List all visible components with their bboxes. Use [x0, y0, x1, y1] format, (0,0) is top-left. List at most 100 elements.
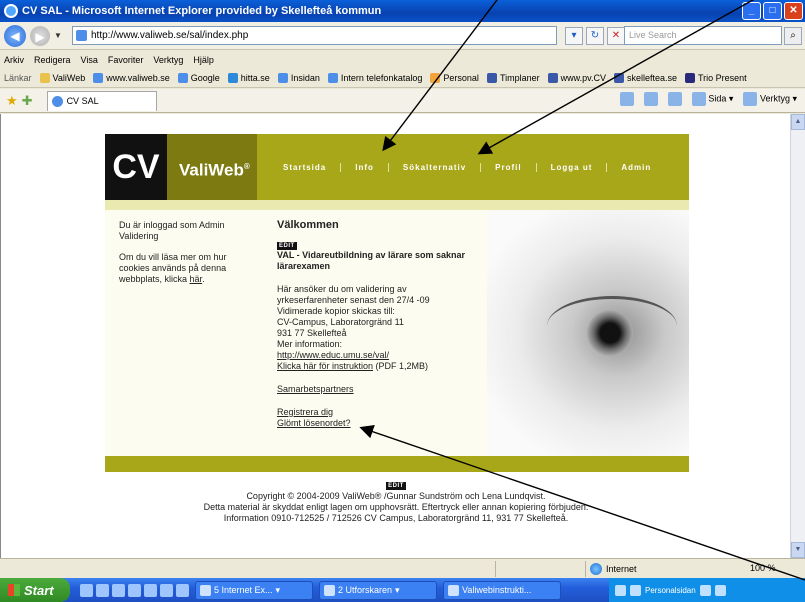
partners-link[interactable]: Samarbetspartners: [277, 384, 477, 395]
tab-title: CV SAL: [66, 96, 99, 106]
quick-launch-icon[interactable]: [80, 583, 93, 597]
quick-launch: [80, 583, 189, 597]
search-button[interactable]: ⌕: [784, 27, 802, 45]
footer-edit-badge[interactable]: EDIT: [386, 482, 406, 490]
link-pv-cv[interactable]: www.pv.CV: [547, 73, 606, 83]
ie-page-icon: [277, 73, 288, 83]
people-icon: [486, 73, 497, 83]
copyright-line: Information 0910-712525 / 712526 CV Camp…: [223, 513, 569, 523]
logged-in-text: Du är inloggad som Admin Validering: [119, 220, 225, 241]
add-favorites-icon[interactable]: ✚: [22, 93, 33, 109]
favorites-star-icon[interactable]: ★: [6, 93, 18, 109]
site-body: Du är inloggad som Admin Validering Om d…: [105, 210, 689, 456]
forgot-password-link[interactable]: Glömt lösenordet?: [277, 418, 477, 429]
link-valiweb[interactable]: ValiWeb: [39, 73, 85, 83]
cookies-link[interactable]: här: [190, 274, 203, 284]
tools-menu-button[interactable]: Verktyg ▾: [743, 92, 797, 106]
taskbar-item-ie[interactable]: 5 Internet Ex... ▾: [195, 580, 313, 600]
quick-launch-icon[interactable]: [144, 583, 157, 597]
link-personal[interactable]: Personal: [430, 73, 479, 83]
info-line: 931 77 Skellefteå: [277, 328, 347, 338]
zone-label: Internet: [606, 564, 637, 574]
link-trio-present[interactable]: Trio Present: [685, 73, 747, 83]
ie-icon: [200, 584, 211, 596]
tray-icon[interactable]: [630, 584, 641, 596]
link-insidan[interactable]: Insidan: [277, 73, 320, 83]
feeds-icon[interactable]: [643, 92, 658, 106]
page-icon: [691, 92, 706, 106]
zoom-level[interactable]: 100 %: [750, 563, 776, 573]
window-title: CV SAL - Microsoft Internet Explorer pro…: [22, 5, 382, 17]
status-divider: [585, 561, 586, 577]
history-dropdown-icon[interactable]: ▼: [54, 31, 62, 40]
menu-item-visa[interactable]: Visa: [81, 55, 98, 65]
menu-item-hjalp[interactable]: Hjälp: [193, 55, 214, 65]
vertical-scrollbar[interactable]: ▲ ▼: [790, 114, 805, 558]
quick-launch-icon[interactable]: [112, 583, 125, 597]
link-timplaner[interactable]: Timplaner: [486, 73, 540, 83]
home-icon[interactable]: [619, 92, 634, 106]
link-telefonkatalog[interactable]: Intern telefonkatalog: [327, 73, 422, 83]
tray-text[interactable]: Personalsidan: [645, 586, 696, 595]
scroll-down-icon[interactable]: ▼: [791, 542, 805, 558]
menu-bar: Arkiv Redigera Visa Favoriter Verktyg Hj…: [0, 51, 805, 69]
trio-icon: [685, 73, 695, 83]
stop-button[interactable]: ✕: [607, 27, 625, 45]
quick-launch-icon[interactable]: [176, 583, 189, 597]
nav-info[interactable]: Info: [341, 162, 389, 172]
copyright-block: EDIT Copyright © 2004-2009 ValiWeb® /Gun…: [101, 479, 691, 524]
tray-icon[interactable]: [714, 584, 726, 596]
quick-launch-icon[interactable]: [96, 583, 109, 597]
site-nav: Startsida Info Sökalternativ Profil Logg…: [257, 134, 665, 200]
nav-admin[interactable]: Admin: [607, 163, 665, 172]
address-input[interactable]: http://www.valiweb.se/sal/index.php: [72, 26, 557, 45]
address-value: http://www.valiweb.se/sal/index.php: [91, 30, 249, 41]
forward-button[interactable]: ▶: [30, 25, 50, 46]
quick-launch-icon[interactable]: [128, 583, 141, 597]
logo-valiweb[interactable]: ValiWeb®: [167, 134, 257, 200]
back-button[interactable]: ◀: [4, 24, 26, 47]
menu-item-favoriter[interactable]: Favoriter: [108, 55, 144, 65]
logo-cv[interactable]: CV: [105, 134, 167, 200]
minimize-button[interactable]: _: [742, 2, 761, 20]
search-input[interactable]: Live Search: [624, 26, 782, 45]
link-hitta[interactable]: hitta.se: [227, 73, 270, 83]
edit-badge[interactable]: EDIT: [277, 242, 297, 250]
ie-page-icon: [51, 95, 63, 107]
scroll-up-icon[interactable]: ▲: [791, 114, 805, 130]
instruction-link[interactable]: Klicka här för instruktion: [277, 361, 373, 371]
taskbar-item-word[interactable]: Valiwebinstrukti...: [443, 580, 561, 600]
taskbar-item-explorer[interactable]: 2 Utforskaren ▾: [319, 580, 437, 600]
people-icon: [547, 73, 558, 83]
folder-icon: [39, 73, 50, 83]
menu-item-redigera[interactable]: Redigera: [34, 55, 71, 65]
nav-sokalternativ[interactable]: Sökalternativ: [389, 162, 482, 172]
nav-logga-ut[interactable]: Logga ut: [537, 162, 608, 172]
link-skelleftea[interactable]: skelleftea.se: [613, 73, 677, 83]
window-title-bar: CV SAL - Microsoft Internet Explorer pro…: [0, 0, 805, 22]
info-line: yrkeserfarenheter senast den 27/4 -09: [277, 295, 430, 305]
menu-item-arkiv[interactable]: Arkiv: [4, 55, 24, 65]
close-button[interactable]: ✕: [784, 2, 803, 20]
address-tools: ▾ ↻ ✕: [565, 27, 625, 45]
register-link[interactable]: Registrera dig: [277, 407, 477, 418]
link-google[interactable]: Google: [177, 73, 220, 83]
tray-icon[interactable]: [699, 584, 711, 596]
nav-profil[interactable]: Profil: [481, 162, 537, 172]
taskbar: Start 5 Internet Ex... ▾ 2 Utforskaren ▾…: [0, 578, 805, 602]
nav-startsida[interactable]: Startsida: [269, 162, 342, 172]
refresh-button[interactable]: ↻: [586, 27, 604, 45]
tray-icon[interactable]: [615, 584, 626, 596]
tab-cv-sal[interactable]: CV SAL: [46, 90, 157, 111]
maximize-button[interactable]: □: [763, 2, 782, 20]
address-dropdown-button[interactable]: ▾: [565, 27, 583, 45]
link-valiweb-se[interactable]: www.valiweb.se: [93, 73, 170, 83]
gear-icon: [743, 92, 758, 106]
print-icon[interactable]: [667, 92, 682, 106]
quick-launch-icon[interactable]: [160, 583, 173, 597]
menu-item-verktyg[interactable]: Verktyg: [153, 55, 183, 65]
page-menu-button[interactable]: Sida ▾: [691, 92, 733, 106]
eye-image: [487, 210, 689, 456]
start-button[interactable]: Start: [0, 578, 70, 602]
info-url-link[interactable]: http://www.educ.umu.se/val/: [277, 350, 477, 361]
